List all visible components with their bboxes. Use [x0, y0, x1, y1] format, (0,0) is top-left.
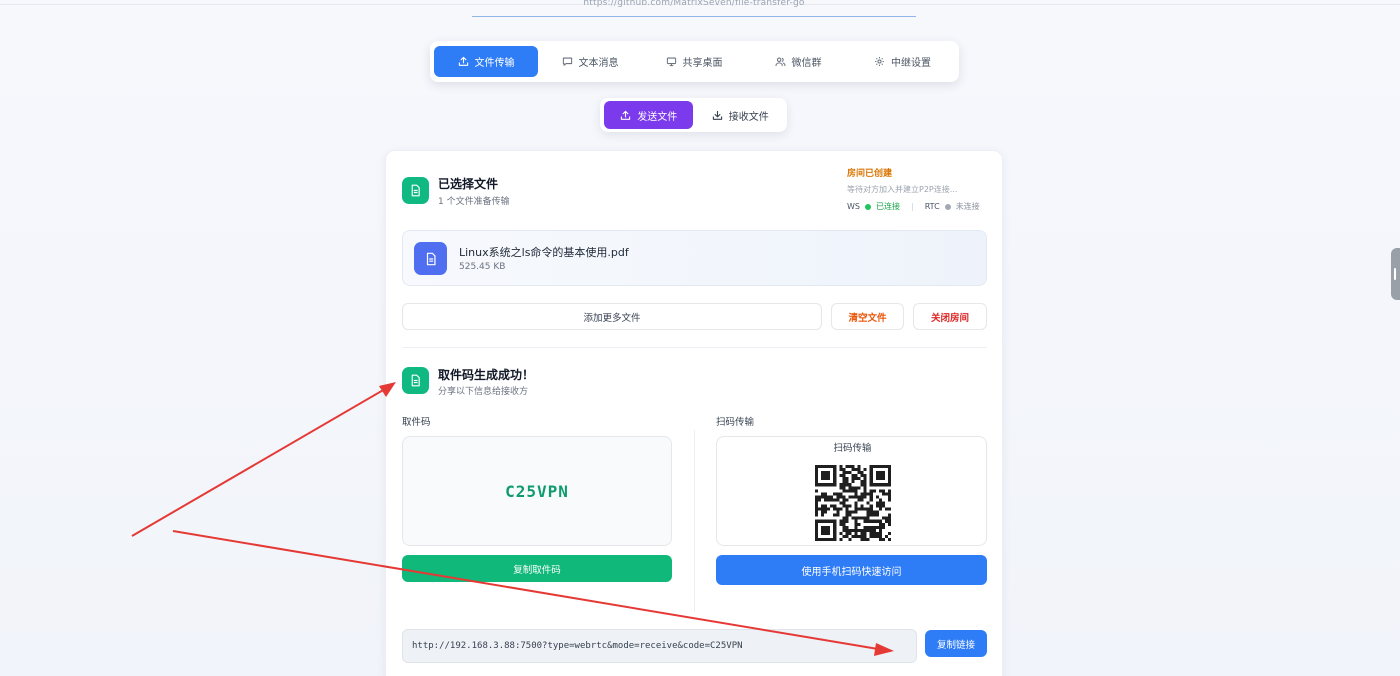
- copy-code-button[interactable]: 复制取件码: [402, 555, 672, 582]
- tab-send-file[interactable]: 发送文件: [604, 101, 694, 129]
- success-subtitle: 分享以下信息给接收方: [438, 387, 529, 397]
- upload-icon: [621, 110, 631, 120]
- tab-label: 微信群: [791, 58, 822, 69]
- success-icon: [402, 367, 429, 394]
- tab-label: 接收文件: [728, 111, 769, 123]
- main-tab-bar: 文件传输 文本消息 共享桌面 微信群 中继设置: [430, 41, 959, 82]
- close-room-button[interactable]: 关闭房间: [913, 303, 987, 330]
- add-more-files-button[interactable]: 添加更多文件: [402, 303, 822, 330]
- copy-link-button[interactable]: 复制链接: [925, 630, 987, 657]
- qr-panel-title: 扫码传输: [833, 443, 872, 454]
- upload-icon: [458, 56, 468, 66]
- room-status: 房间已创建: [847, 169, 893, 179]
- message-icon: [562, 57, 572, 66]
- success-title: 取件码生成成功！: [438, 368, 535, 382]
- file-icon: [402, 177, 429, 204]
- scan-access-button[interactable]: 使用手机扫码快速访问: [716, 555, 987, 585]
- file-name: Linux系统之ls命令的基本使用.pdf: [459, 246, 629, 259]
- clear-files-button[interactable]: 清空文件: [831, 303, 904, 330]
- tab-share-desktop[interactable]: 共享桌面: [642, 46, 746, 77]
- download-icon: [712, 110, 722, 120]
- tab-relay-settings[interactable]: 中继设置: [850, 46, 955, 77]
- ws-status: 已连接: [876, 202, 900, 211]
- tab-text-message[interactable]: 文本消息: [538, 46, 642, 77]
- repo-link[interactable]: https://github.com/MatrixSeven/file-tran…: [472, 0, 916, 8]
- qr-code: [815, 465, 891, 541]
- room-description: 等待对方加入并建立P2P连接...: [847, 185, 958, 194]
- gear-icon: [875, 57, 884, 66]
- section-divider: [402, 347, 987, 348]
- repo-link-underline: [472, 16, 916, 17]
- monitor-icon: [666, 57, 676, 67]
- ws-status-dot: [865, 203, 871, 210]
- tab-label: 文件传输: [474, 58, 515, 69]
- connection-status: WS 已连接 | RTC 未连接: [847, 201, 980, 212]
- pickup-code-label: 取件码: [402, 417, 431, 428]
- tab-file-transfer[interactable]: 文件传输: [434, 46, 538, 77]
- tab-label: 中继设置: [891, 58, 931, 69]
- tab-label: 发送文件: [637, 111, 678, 123]
- status-separator: |: [911, 202, 914, 211]
- mode-tab-bar: 发送文件 接收文件: [600, 98, 787, 132]
- share-link-field[interactable]: http://192.168.3.88:7500?type=webrtc&mod…: [402, 629, 917, 663]
- annotation-arrow-to-success: [131, 382, 396, 537]
- pickup-code-box: C25VPN: [402, 436, 672, 546]
- tab-receive-file[interactable]: 接收文件: [697, 101, 783, 129]
- pickup-code: C25VPN: [505, 481, 569, 501]
- qr-panel: 扫码传输: [716, 436, 987, 546]
- page: https://github.com/MatrixSeven/file-tran…: [0, 0, 1400, 676]
- users-icon: [775, 57, 785, 67]
- file-size: 525.45 KB: [459, 262, 506, 272]
- rtc-status-dot: [944, 203, 951, 210]
- side-drawer-handle[interactable]: [1391, 248, 1400, 300]
- selected-files-title: 已选择文件: [438, 177, 499, 191]
- tab-label: 文本消息: [578, 58, 619, 69]
- tab-wechat-group[interactable]: 微信群: [746, 46, 850, 77]
- qr-label: 扫码传输: [716, 417, 755, 428]
- column-divider: [694, 430, 695, 612]
- ws-label: WS: [847, 202, 860, 211]
- tab-label: 共享桌面: [682, 58, 723, 69]
- document-icon: [414, 242, 447, 275]
- rtc-label: RTC: [924, 202, 940, 211]
- selected-files-subtitle: 1 个文件准备传输: [438, 197, 510, 207]
- file-list-item: Linux系统之ls命令的基本使用.pdf 525.45 KB: [402, 230, 987, 286]
- rtc-status: 未连接: [955, 202, 980, 211]
